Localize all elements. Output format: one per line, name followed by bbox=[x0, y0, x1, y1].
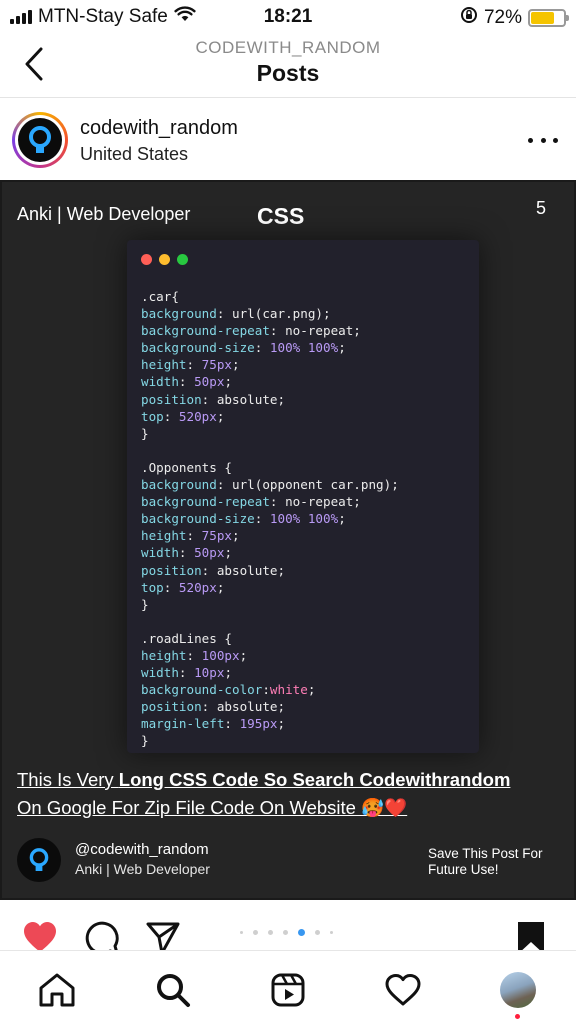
ellipsis-icon bbox=[528, 137, 533, 143]
image-slide-number: 5 bbox=[535, 198, 546, 218]
carousel-dot bbox=[298, 929, 305, 936]
comment-icon bbox=[85, 921, 119, 950]
notification-dot bbox=[515, 1014, 520, 1019]
post-header: codewith_random United States bbox=[0, 100, 576, 180]
avatar[interactable] bbox=[12, 112, 68, 168]
header-account-name: CODEWITH_RANDOM bbox=[195, 38, 381, 57]
comment-button[interactable] bbox=[84, 920, 120, 950]
code-window: .car{ background: url(car.png); backgrou… bbox=[127, 240, 479, 753]
minimize-dot-icon bbox=[159, 254, 170, 265]
image-caption: This Is Very Long CSS Code So Search Cod… bbox=[17, 766, 569, 822]
heart-icon bbox=[385, 974, 421, 1006]
carousel-dot bbox=[283, 930, 288, 935]
carousel-dot bbox=[315, 930, 320, 935]
tab-profile[interactable] bbox=[498, 970, 538, 1010]
share-icon bbox=[146, 922, 180, 950]
carousel-dot bbox=[268, 930, 273, 935]
post-actions bbox=[0, 900, 576, 950]
home-icon bbox=[39, 973, 75, 1007]
post-username[interactable]: codewith_random bbox=[80, 117, 238, 140]
footer-save-note: Save This Post For Future Use! bbox=[428, 846, 543, 877]
image-topic-label: CSS bbox=[257, 203, 305, 229]
caption-part-1: This Is Very bbox=[17, 769, 119, 790]
keyhole-logo-icon bbox=[29, 848, 49, 871]
footer-subtitle: Anki | Web Developer bbox=[75, 861, 210, 877]
carousel-dot bbox=[240, 931, 243, 934]
reels-icon bbox=[271, 973, 305, 1007]
tab-home[interactable] bbox=[37, 970, 77, 1010]
caption-part-3: On Google For Zip File Code On Website 🥵… bbox=[17, 797, 408, 818]
maximize-dot-icon bbox=[177, 254, 188, 265]
post-location[interactable]: United States bbox=[80, 144, 188, 165]
tab-activity[interactable] bbox=[383, 970, 423, 1010]
battery-percent: 72% bbox=[483, 7, 522, 28]
window-controls bbox=[141, 254, 188, 265]
post-image[interactable]: Anki | Web Developer CSS 5 .car{ backgro… bbox=[0, 180, 576, 900]
caption-part-2: Long CSS Code So Search Codewithrandom bbox=[118, 769, 511, 790]
share-button[interactable] bbox=[145, 920, 181, 950]
ellipsis-icon bbox=[540, 137, 546, 143]
nav-header: CODEWITH_RANDOM Posts bbox=[0, 34, 576, 98]
image-author-label: Anki | Web Developer bbox=[17, 204, 191, 224]
bookmark-icon bbox=[518, 922, 544, 950]
tab-reels[interactable] bbox=[268, 970, 308, 1010]
status-right: 72% bbox=[460, 6, 569, 30]
like-button[interactable] bbox=[22, 920, 58, 950]
tab-search[interactable] bbox=[153, 970, 193, 1010]
status-bar: MTN-Stay Safe 18:21 72% bbox=[0, 0, 576, 34]
footer-avatar bbox=[17, 838, 61, 882]
more-options-button[interactable] bbox=[528, 130, 558, 150]
battery-level bbox=[531, 12, 555, 24]
close-dot-icon bbox=[141, 254, 152, 265]
page-title: Posts bbox=[256, 60, 320, 86]
footer-handle: @codewith_random bbox=[75, 841, 209, 858]
rotation-lock-icon bbox=[460, 6, 478, 30]
battery-icon bbox=[528, 9, 569, 27]
ellipsis-icon bbox=[553, 137, 558, 143]
keyhole-logo-icon bbox=[29, 126, 51, 153]
bottom-tab-bar bbox=[0, 950, 576, 1024]
carousel-indicator bbox=[240, 929, 333, 936]
carousel-dot bbox=[253, 930, 258, 935]
code-block: .car{ background: url(car.png); backgrou… bbox=[141, 289, 399, 749]
carousel-dot bbox=[330, 931, 333, 934]
save-button[interactable] bbox=[516, 920, 546, 950]
avatar-logo bbox=[18, 118, 62, 162]
heart-filled-icon bbox=[24, 922, 56, 950]
search-icon bbox=[157, 974, 190, 1007]
avatar-border bbox=[15, 115, 65, 165]
profile-avatar bbox=[500, 972, 536, 1008]
